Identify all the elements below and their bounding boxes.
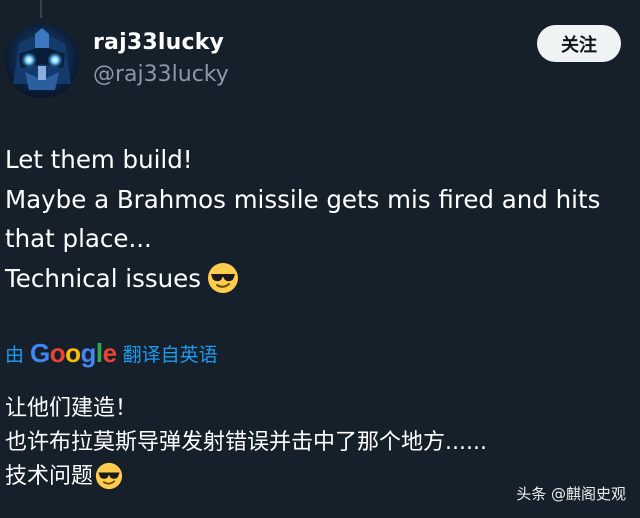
tweet-line: Technical issues [5, 263, 201, 293]
translated-text: 让他们建造！ 也许布拉莫斯导弹发射错误并击中了那个地方...... 技术问题 [5, 392, 630, 494]
sunglasses-emoji-icon [95, 462, 123, 490]
translated-line: 让他们建造！ [5, 396, 138, 421]
tweet-line: that place... [5, 224, 152, 253]
tweet-body: Let them build! Maybe a Brahmos missile … [5, 140, 630, 298]
source-watermark: 头条 @麒阁史观 [516, 485, 626, 503]
translation-attribution[interactable]: 由 Google 翻译自英语 [5, 336, 218, 370]
translated-line: 也许布拉莫斯导弹发射错误并击中了那个地方...... [5, 430, 487, 455]
translated-line: 技术问题 [5, 464, 94, 489]
display-name[interactable]: raj33lucky [93, 30, 224, 55]
avatar[interactable] [5, 24, 79, 98]
user-handle[interactable]: @raj33lucky [93, 62, 229, 87]
tweet-line: Let them build! [5, 145, 193, 174]
translation-prefix: 由 [5, 343, 25, 366]
avatar-robot-image [5, 24, 79, 98]
tweet-line: Maybe a Brahmos missile gets mis fired a… [5, 184, 601, 214]
google-logo: Google [30, 337, 117, 368]
tweet-line-with-emoji: Technical issues [5, 259, 630, 299]
thread-connector-line [40, 0, 42, 18]
translation-suffix: 翻译自英语 [122, 343, 218, 366]
follow-button[interactable]: 关注 [537, 25, 621, 62]
sunglasses-emoji-icon [208, 262, 238, 293]
